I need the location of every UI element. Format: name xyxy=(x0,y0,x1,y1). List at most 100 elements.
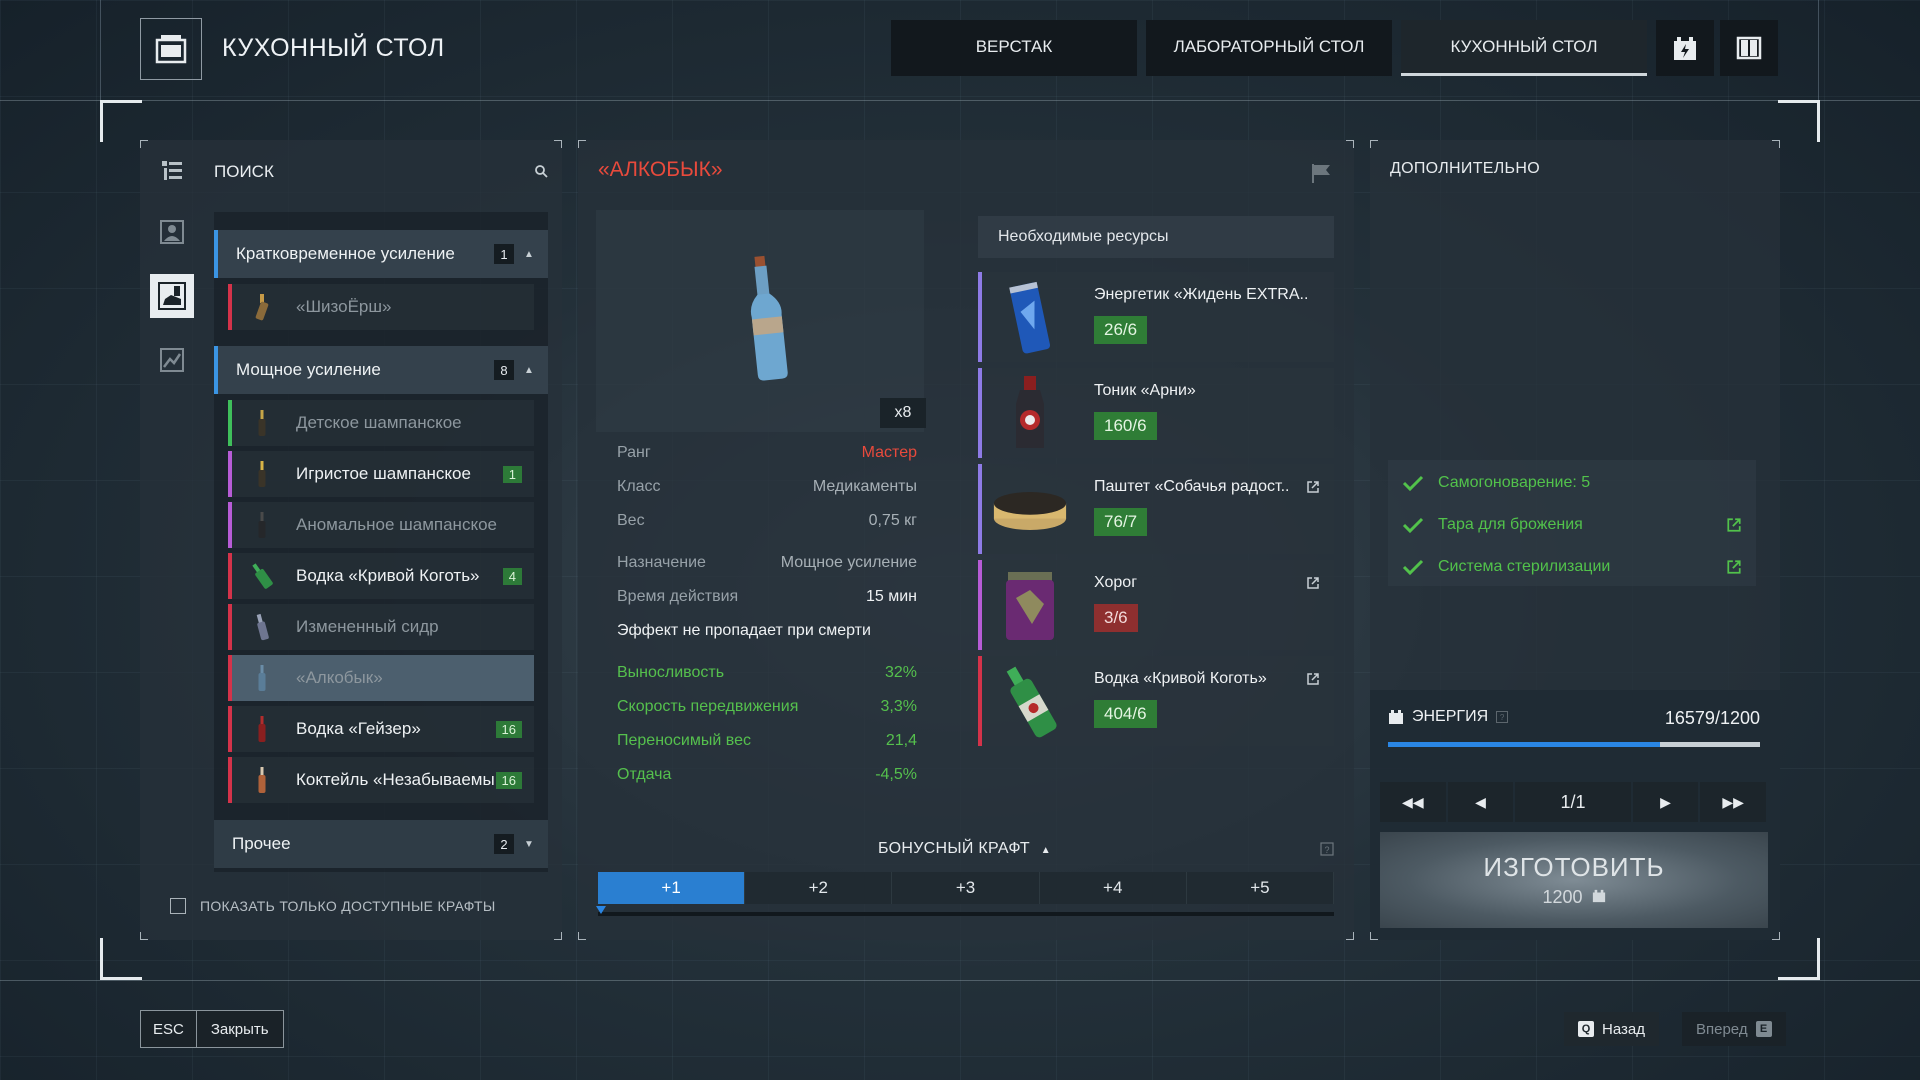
rail-button-chart[interactable] xyxy=(156,344,188,376)
external-link-icon[interactable] xyxy=(1306,672,1320,686)
resource-item[interactable]: Тоник «Арни» 160/6 xyxy=(978,368,1334,458)
resource-item[interactable]: Хорог 3/6 xyxy=(978,560,1334,650)
requirement-row: Самогоноварение: 5 xyxy=(1402,468,1742,498)
next-page-button[interactable]: ▶ xyxy=(1632,782,1699,822)
category-short-boost[interactable]: Кратковременное усиление 1 ▲ xyxy=(214,230,548,278)
prev-page-button[interactable]: ◀ xyxy=(1447,782,1514,822)
list-item[interactable]: «ШизоЁрш» xyxy=(228,284,534,330)
esc-keycap: ESC xyxy=(141,1011,197,1047)
tab-kitchen-table[interactable]: КУХОННЫЙ СТОЛ xyxy=(1401,20,1647,76)
resource-item[interactable]: Энергетик «Жидень EXTRA.. 26/6 xyxy=(978,272,1334,362)
list-item[interactable]: Коктейль «Незабываемы.. 16 xyxy=(228,757,534,803)
item-thumbnail xyxy=(242,505,282,545)
bracket xyxy=(1346,140,1354,148)
bonus-tab-1[interactable]: +1 xyxy=(598,872,746,904)
bonus-tab-3[interactable]: +3 xyxy=(892,872,1040,904)
external-link-icon[interactable] xyxy=(1726,517,1742,533)
rail-button-drinks[interactable] xyxy=(150,274,194,318)
list-item-selected[interactable]: «Алкобык» xyxy=(228,655,534,701)
available-only-filter[interactable]: ПОКАЗАТЬ ТОЛЬКО ДОСТУПНЫЕ КРАФТЫ xyxy=(170,898,496,914)
list-icon xyxy=(162,161,182,180)
bonus-tab-5[interactable]: +5 xyxy=(1186,872,1335,904)
frame-corner xyxy=(1778,938,1820,980)
last-page-button[interactable]: ▶▶ xyxy=(1700,782,1767,822)
effect-move-speed: Скорость передвижения 3,3% xyxy=(617,698,917,716)
list-item[interactable]: Водка «Гейзер» 16 xyxy=(228,706,534,752)
category-other[interactable]: Прочее 2 ▼ xyxy=(214,820,548,868)
journal-button[interactable] xyxy=(1720,20,1778,76)
rarity-bar xyxy=(978,368,982,458)
item-name: Коктейль «Незабываемы.. xyxy=(296,770,496,789)
craft-button[interactable]: ИЗГОТОВИТЬ 1200 xyxy=(1380,832,1768,928)
category-strong-boost[interactable]: Мощное усиление 8 ▲ xyxy=(214,346,548,394)
rail-button-portrait[interactable] xyxy=(156,216,188,248)
category-count: 8 xyxy=(494,360,514,380)
external-link-icon[interactable] xyxy=(1306,480,1320,494)
vodka-bottle-icon xyxy=(258,716,266,742)
stove-icon xyxy=(155,35,187,64)
stat-value: Медикаменты xyxy=(812,478,917,495)
item-name: Детское шампанское xyxy=(296,413,462,432)
forward-button[interactable]: Вперед E xyxy=(1682,1012,1786,1046)
stat-key: Назначение xyxy=(617,554,706,571)
help-icon[interactable]: ? xyxy=(1320,842,1334,856)
resource-name: Энергетик «Жидень EXTRA.. xyxy=(1094,286,1309,303)
item-name: «ШизоЁрш» xyxy=(296,297,392,316)
list-item[interactable]: Игристое шампанское 1 xyxy=(228,451,534,497)
energy-cell-button[interactable] xyxy=(1656,20,1714,76)
help-icon[interactable]: ? xyxy=(1496,711,1509,723)
extra-title: ДОПОЛНИТЕЛЬНО xyxy=(1390,160,1540,177)
resource-name: Паштет «Собачья радост.. xyxy=(1094,478,1290,495)
search-bar[interactable]: ПОИСК xyxy=(214,154,548,188)
bracket xyxy=(554,932,562,940)
close-label: Закрыть xyxy=(196,1011,283,1047)
energy-label-group: ЭНЕРГИЯ ? xyxy=(1388,708,1509,726)
back-button[interactable]: Q Назад xyxy=(1564,1012,1659,1046)
resource-item[interactable]: Паштет «Собачья радост.. 76/7 xyxy=(978,464,1334,554)
item-thumbnail xyxy=(242,760,282,800)
bonus-tab-4[interactable]: +4 xyxy=(1039,872,1187,904)
divider xyxy=(100,0,101,100)
stat-duration: Время действия 15 мин xyxy=(617,588,917,606)
forward-label: Вперед xyxy=(1696,1020,1748,1038)
external-link-icon[interactable] xyxy=(1726,559,1742,575)
requirement-label: Система стерилизации xyxy=(1438,558,1611,575)
list-item[interactable]: Водка «Кривой Коготь» 4 xyxy=(228,553,534,599)
item-thumbnail xyxy=(242,403,282,443)
recipe-title: «АЛКОБЫК» xyxy=(598,158,723,181)
item-quantity-badge: 1 xyxy=(502,465,522,483)
stat-value: 15 мин xyxy=(865,588,917,605)
rarity-bar xyxy=(978,560,982,650)
bracket xyxy=(1772,140,1780,148)
external-link-icon[interactable] xyxy=(1306,576,1320,590)
bonus-tab-2[interactable]: +2 xyxy=(745,872,893,904)
tab-workbench[interactable]: ВЕРСТАК xyxy=(891,20,1137,76)
bonus-slider-track[interactable] xyxy=(596,906,1334,916)
craft-button-label: ИЗГОТОВИТЬ xyxy=(1483,852,1665,882)
category-label: Кратковременное усиление xyxy=(236,244,455,263)
item-quantity-badge: 16 xyxy=(495,771,522,789)
flag-icon[interactable] xyxy=(1310,162,1332,184)
stat-weight: Вес 0,75 кг xyxy=(617,512,917,530)
list-item[interactable]: Детское шампанское xyxy=(228,400,534,446)
first-page-button[interactable]: ◀◀ xyxy=(1380,782,1446,822)
slider-marker-icon xyxy=(596,906,606,914)
filter-checkbox[interactable] xyxy=(170,898,186,914)
resource-item[interactable]: Водка «Кривой Коготь» 404/6 xyxy=(978,656,1334,746)
bottle-icon xyxy=(255,294,269,321)
workbench-logo xyxy=(140,18,202,80)
list-item[interactable]: Измененный сидр xyxy=(228,604,534,650)
search-icon[interactable] xyxy=(534,164,548,178)
stat-key: Время действия xyxy=(617,588,739,605)
close-button[interactable]: ESC Закрыть xyxy=(140,1010,284,1048)
bonus-craft-toggle[interactable]: БОНУСНЫЙ КРАФТ ▲ xyxy=(878,840,1051,858)
rail-button-list[interactable] xyxy=(156,154,188,186)
book-icon xyxy=(1736,36,1762,60)
double-chevron-left-icon: ◀◀ xyxy=(1402,793,1424,810)
energy-drink-can-icon xyxy=(992,280,1068,356)
stat-value: Мастер xyxy=(861,444,917,461)
rarity-bar xyxy=(978,464,982,554)
list-item[interactable]: Аномальное шампанское xyxy=(228,502,534,548)
tab-lab-table[interactable]: ЛАБОРАТОРНЫЙ СТОЛ xyxy=(1146,20,1392,76)
requirement-label: Самогоноварение: 5 xyxy=(1438,474,1591,491)
